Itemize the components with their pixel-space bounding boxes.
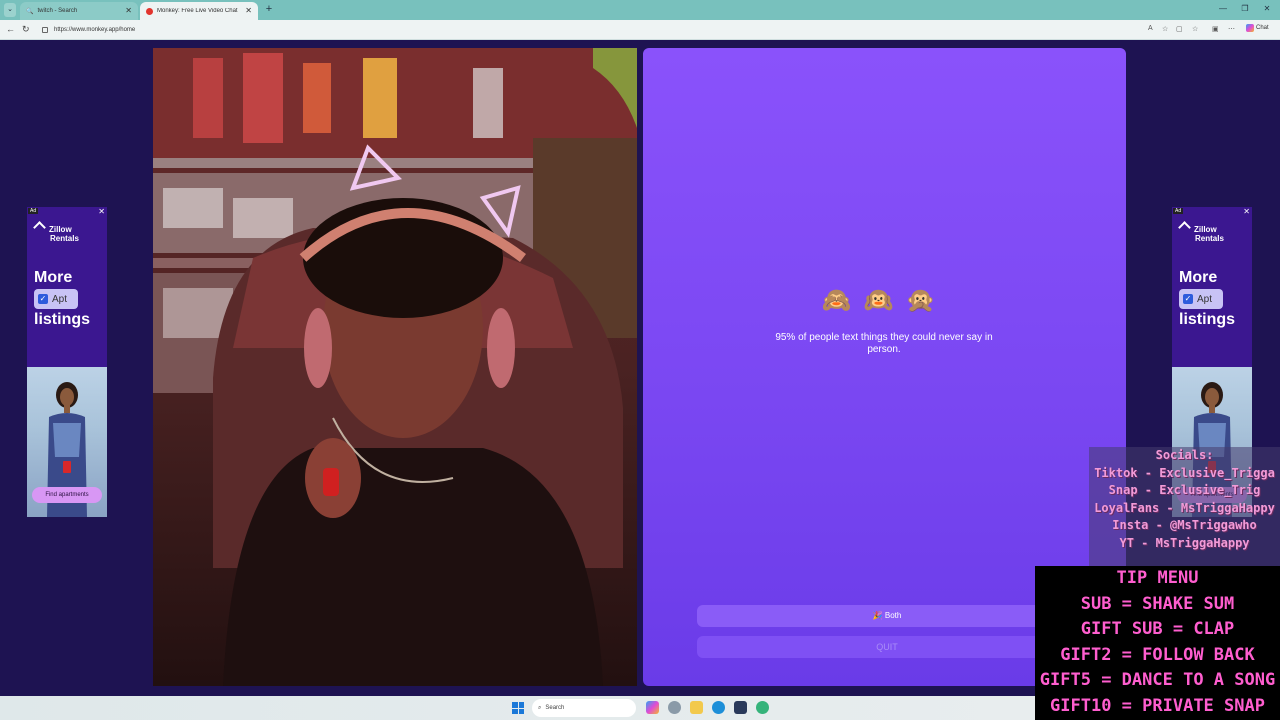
refresh-icon[interactable]: ↻ [22,24,30,35]
quit-button[interactable]: QUIT [697,636,1077,658]
brand-line2: Rentals [50,234,79,243]
pinned-app-icon[interactable] [756,701,769,714]
close-ad-icon[interactable]: ✕ [98,207,105,216]
stream-tip-menu-overlay: TIP MENU SUB = SHAKE SUM GIFT SUB = CLAP… [1035,566,1280,720]
lock-icon [42,27,48,33]
taskbar-search-box[interactable]: ⌕ Search [532,699,636,717]
tab-title: twitch - Search [37,8,78,14]
taskbar-search-placeholder: Search [545,705,565,711]
windows-start-icon[interactable] [512,702,524,714]
search-icon: 🔍 [26,8,34,15]
back-icon[interactable]: ← [6,24,15,34]
search-icon: ⌕ [538,704,542,711]
close-ad-icon[interactable]: ✕ [1243,207,1250,216]
monkey-emojis: 🙈🙉🙊 [821,287,948,314]
copilot-app-icon[interactable] [646,701,659,714]
extensions-icon[interactable]: ▢ [1176,25,1183,33]
zillow-logo-icon [33,221,46,234]
file-explorer-icon[interactable] [690,701,703,714]
copilot-chat-button[interactable]: Chat [1246,24,1269,32]
zillow-rentals-logo: Zillow Rentals [1178,221,1224,243]
close-window-button[interactable]: ✕ [1256,4,1278,13]
store-app-icon[interactable] [734,701,747,714]
settings-app-icon[interactable] [668,701,681,714]
tab-monkey[interactable]: Monkey: Free Live Video Chat ✕ [140,2,258,20]
windows-taskbar: ⌕ Search [0,696,1035,720]
checkmark-icon: ✓ [38,294,48,304]
zillow-logo-icon [1178,221,1191,234]
tip-menu-line: GIFT10 = PRIVATE SNAP [1050,695,1265,716]
stream-socials-overlay: Socials: Tiktok - Exclusive_Trigga Snap … [1089,447,1280,566]
new-tab-button[interactable]: + [262,3,276,17]
brand-line1: Zillow [1194,225,1217,234]
close-tab-icon[interactable]: ✕ [245,6,252,15]
restore-button[interactable]: ❐ [1234,4,1256,13]
tip-menu-line: GIFT SUB = CLAP [1080,619,1235,639]
favorite-star-icon[interactable]: ☆ [1162,25,1168,33]
more-menu-icon[interactable]: ⋯ [1228,25,1235,33]
ad-apt-checkbox: ✓ Apt [34,289,78,309]
ad-apt-checkbox: ✓ Apt [1179,289,1223,309]
copilot-icon [1246,24,1254,32]
tip-menu-line: TIP MENU [1116,568,1199,588]
tab-actions-menu-button[interactable]: ⌄ [4,3,16,17]
profile-icon[interactable]: ▣ [1212,25,1219,33]
tab-title: Monkey: Free Live Video Chat [157,8,238,14]
tip-menu-line: GIFT5 = DANCE TO A SONG [1039,670,1276,690]
minimize-button[interactable]: — [1212,4,1234,13]
ad-headline-listings: listings [34,311,91,328]
browser-tab-strip: ⌄ 🔍 twitch - Search ✕ Monkey: Free Live … [0,0,1280,20]
both-button[interactable]: 🎉 Both [697,605,1077,627]
monkey-favicon-icon [146,7,153,15]
apt-label: Apt [1197,293,1213,305]
edge-browser-icon[interactable] [712,701,725,714]
ad-label: Ad [1173,208,1184,214]
address-bar-row: ← ↻ https://www.monkey.app/home A ☆ ▢ ☆ … [0,20,1280,40]
find-apartments-button[interactable]: Find apartments [32,487,102,503]
socials-line: Insta - @MsTriggawho [1112,518,1257,532]
socials-line: YT - MsTriggaHappy [1119,535,1250,550]
ad-banner-left[interactable]: Ad ✕ Zillow Rentals More ✓ Apt listings … [27,207,107,517]
collections-icon[interactable]: ☆ [1192,25,1198,33]
ad-label: Ad [28,208,39,214]
socials-line: Socials: [1155,448,1214,462]
tip-menu-line: SUB = SHAKE SUM [1080,593,1235,614]
ad-headline-listings: listings [1179,311,1236,328]
tab-twitch-search[interactable]: 🔍 twitch - Search ✕ [20,2,138,20]
ad-headline-more: More [34,269,73,286]
ad-headline-more: More [1179,269,1218,286]
chat-label: Chat [1256,25,1269,31]
streamer-video-frame [153,48,637,686]
checkmark-icon: ✓ [1183,294,1193,304]
read-aloud-icon[interactable]: A [1148,25,1153,32]
url-text: https://www.monkey.app/home [54,27,136,33]
socials-line: Snap - Exclusive_Trig [1108,483,1261,497]
brand-line2: Rentals [1195,234,1224,243]
apt-label: Apt [52,293,68,305]
brand-line1: Zillow [49,225,72,234]
webcam-video-feed [153,48,637,686]
zillow-rentals-logo: Zillow Rentals [33,221,79,243]
socials-line: Tiktok - Exclusive_Trigga [1094,465,1275,480]
tip-menu-line: GIFT2 = FOLLOW BACK [1060,644,1255,665]
url-field[interactable]: https://www.monkey.app/home [38,23,1238,37]
close-tab-icon[interactable]: ✕ [125,6,132,15]
fun-fact-text: 95% of people text things they could nev… [775,332,993,355]
socials-line: LoyalFans - MsTriggaHappy [1094,500,1275,515]
